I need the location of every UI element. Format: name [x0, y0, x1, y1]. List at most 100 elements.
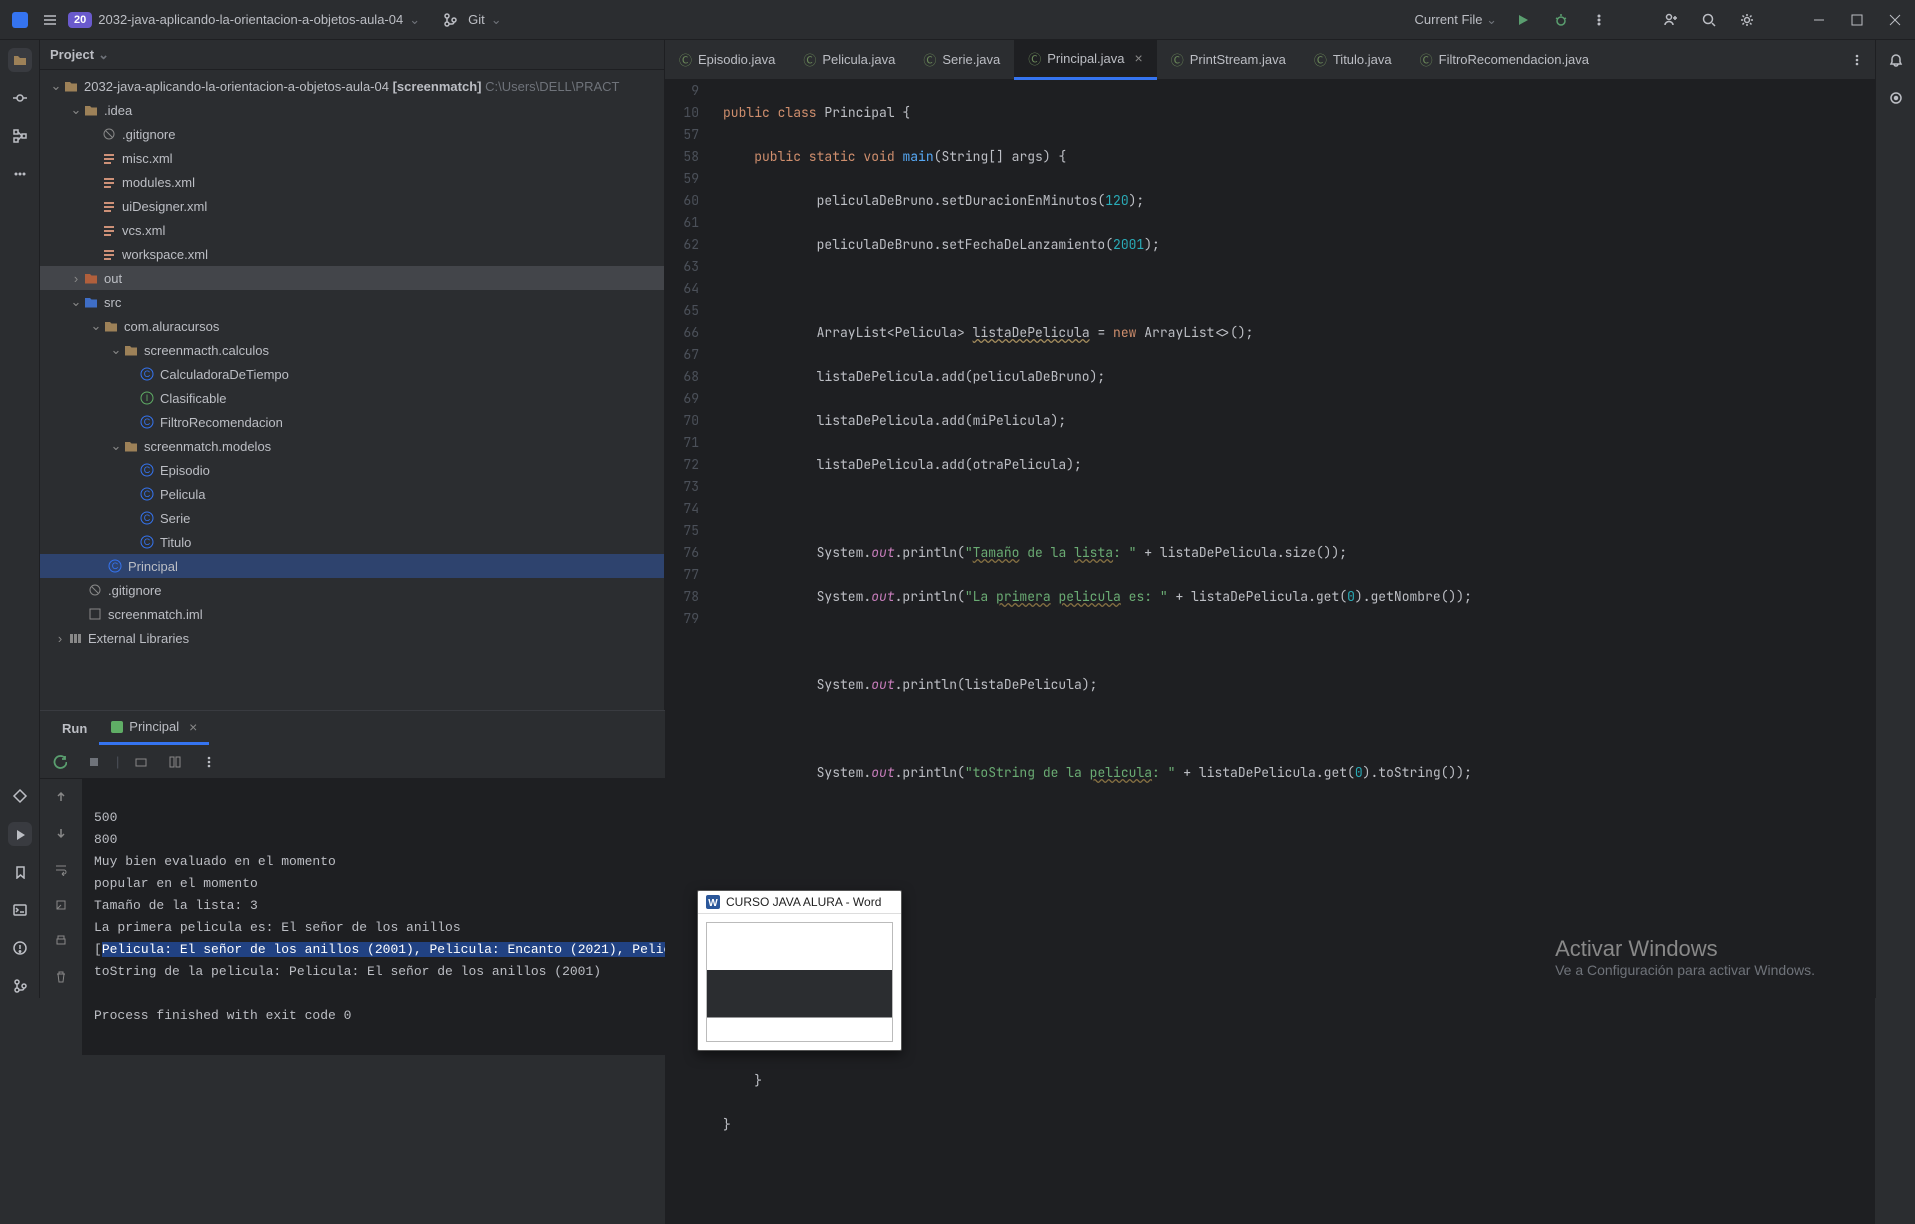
tree-root[interactable]: ⌄2032-java-aplicando-la-orientacion-a-ob…: [40, 74, 664, 98]
main-menu-icon[interactable]: [38, 8, 62, 32]
tree-class[interactable]: CSerie: [40, 506, 664, 530]
tab-overflow-icon[interactable]: [1845, 48, 1869, 72]
services-tool-icon[interactable]: [8, 784, 32, 808]
code-with-me-icon[interactable]: [1659, 8, 1683, 32]
tree-folder-idea[interactable]: ⌄.idea: [40, 98, 664, 122]
tab-pelicula[interactable]: ⒸPelicula.java: [789, 40, 909, 80]
tab-filtro[interactable]: ⒸFiltroRecomendacion.java: [1406, 40, 1603, 80]
editor-tab-bar: ⒸEpisodio.java ⒸPelicula.java ⒸSerie.jav…: [665, 40, 1875, 80]
vcs-tool-icon[interactable]: [8, 974, 32, 998]
tree-external-libs[interactable]: ›External Libraries: [40, 626, 664, 650]
stop-icon[interactable]: [82, 750, 106, 774]
minimize-icon[interactable]: [1807, 8, 1831, 32]
tree-package[interactable]: ⌄screenmatch.modelos: [40, 434, 664, 458]
trash-icon[interactable]: [49, 965, 73, 989]
close-tab-icon[interactable]: ×: [1135, 50, 1143, 66]
tree-class[interactable]: CEpisodio: [40, 458, 664, 482]
svg-text:C: C: [144, 537, 151, 547]
debug-icon[interactable]: [1549, 8, 1573, 32]
tree-file[interactable]: .gitignore: [40, 122, 664, 146]
sdk-badge: 20: [68, 12, 92, 28]
tree-file[interactable]: workspace.xml: [40, 242, 664, 266]
tree-class[interactable]: CFiltroRecomendacion: [40, 410, 664, 434]
svg-text:C: C: [144, 513, 151, 523]
git-label[interactable]: Git: [468, 12, 485, 27]
run-icon[interactable]: [1511, 8, 1535, 32]
run-tool-label[interactable]: Run: [50, 711, 99, 745]
close-window-icon[interactable]: [1883, 8, 1907, 32]
tree-class[interactable]: CCalculadoraDeTiempo: [40, 362, 664, 386]
branch-icon[interactable]: [438, 8, 462, 32]
project-panel: Project ⌄ ⌄2032-java-aplicando-la-orient…: [40, 40, 665, 710]
tree-interface[interactable]: IClasificable: [40, 386, 664, 410]
problems-tool-icon[interactable]: [8, 936, 32, 960]
search-icon[interactable]: [1697, 8, 1721, 32]
project-tool-icon[interactable]: [8, 48, 32, 72]
structure-tool-icon[interactable]: [8, 124, 32, 148]
run-side-toolbar: [40, 779, 82, 1055]
svg-text:C: C: [144, 369, 151, 379]
run-config-selector[interactable]: Current File ⌄: [1415, 12, 1497, 28]
print-icon[interactable]: [49, 929, 73, 953]
tree-file[interactable]: misc.xml: [40, 146, 664, 170]
svg-text:C: C: [144, 489, 151, 499]
svg-text:C: C: [112, 561, 119, 571]
run-tool-icon[interactable]: [8, 822, 32, 846]
down-icon[interactable]: [49, 821, 73, 845]
commit-tool-icon[interactable]: [8, 86, 32, 110]
code-editor[interactable]: ✓ 13 ˆ⌄ 91057585960616263646566676869707…: [665, 80, 1875, 1224]
wrap-icon[interactable]: [49, 857, 73, 881]
taskbar-preview-title: CURSO JAVA ALURA - Word: [726, 895, 881, 909]
tree-file[interactable]: modules.xml: [40, 170, 664, 194]
svg-text:C: C: [144, 417, 151, 427]
app-icon[interactable]: [8, 8, 32, 32]
word-icon: W: [706, 895, 720, 909]
scroll-end-icon[interactable]: [49, 893, 73, 917]
tab-printstream[interactable]: ⒸPrintStream.java: [1157, 40, 1300, 80]
left-tool-rail: [0, 40, 40, 998]
tree-class-principal[interactable]: CPrincipal: [40, 554, 664, 578]
tree-class[interactable]: CTitulo: [40, 530, 664, 554]
tab-titulo[interactable]: ⒸTitulo.java: [1300, 40, 1406, 80]
svg-text:W: W: [708, 898, 718, 909]
git-dropdown-icon[interactable]: ⌄: [491, 12, 502, 28]
project-panel-header[interactable]: Project ⌄: [40, 40, 664, 70]
tree-file[interactable]: uiDesigner.xml: [40, 194, 664, 218]
tree-folder-out[interactable]: ›out: [40, 266, 664, 290]
editor-pane: ⒸEpisodio.java ⒸPelicula.java ⒸSerie.jav…: [665, 40, 1875, 710]
tree-folder-src[interactable]: ⌄src: [40, 290, 664, 314]
tree-package[interactable]: ⌄com.aluracursos: [40, 314, 664, 338]
tree-file[interactable]: screenmatch.iml: [40, 602, 664, 626]
bookmarks-tool-icon[interactable]: [8, 860, 32, 884]
up-icon[interactable]: [49, 785, 73, 809]
svg-text:C: C: [144, 465, 151, 475]
more-icon[interactable]: [1587, 8, 1611, 32]
project-name-label[interactable]: 2032-java-aplicando-la-orientacion-a-obj…: [98, 12, 403, 27]
tab-episodio[interactable]: ⒸEpisodio.java: [665, 40, 789, 80]
svg-text:I: I: [146, 393, 149, 403]
layout-icon[interactable]: [163, 750, 187, 774]
attach-icon[interactable]: [129, 750, 153, 774]
ai-assistant-icon[interactable]: [1884, 86, 1908, 110]
tab-serie[interactable]: ⒸSerie.java: [909, 40, 1014, 80]
close-run-tab-icon[interactable]: ×: [189, 719, 197, 735]
run-more-icon[interactable]: [197, 750, 221, 774]
notifications-icon[interactable]: [1884, 48, 1908, 72]
tree-package[interactable]: ⌄screenmacth.calculos: [40, 338, 664, 362]
tree-file[interactable]: .gitignore: [40, 578, 664, 602]
line-gutter: 9105758596061626364656667686970717273747…: [665, 80, 715, 1224]
maximize-icon[interactable]: [1845, 8, 1869, 32]
tree-class[interactable]: CPelicula: [40, 482, 664, 506]
terminal-tool-icon[interactable]: [8, 898, 32, 922]
title-bar: 20 2032-java-aplicando-la-orientacion-a-…: [0, 0, 1915, 40]
run-config-tab[interactable]: Principal ×: [99, 711, 209, 745]
tab-principal[interactable]: ⒸPrincipal.java×: [1014, 40, 1157, 80]
code-area[interactable]: public class Principal { public static v…: [715, 80, 1875, 1224]
tree-file[interactable]: vcs.xml: [40, 218, 664, 242]
rerun-icon[interactable]: [48, 750, 72, 774]
project-dropdown-icon[interactable]: ⌄: [409, 12, 420, 28]
more-tools-icon[interactable]: [8, 162, 32, 186]
right-tool-rail: [1875, 40, 1915, 998]
project-tree[interactable]: ⌄2032-java-aplicando-la-orientacion-a-ob…: [40, 70, 664, 710]
settings-icon[interactable]: [1735, 8, 1759, 32]
